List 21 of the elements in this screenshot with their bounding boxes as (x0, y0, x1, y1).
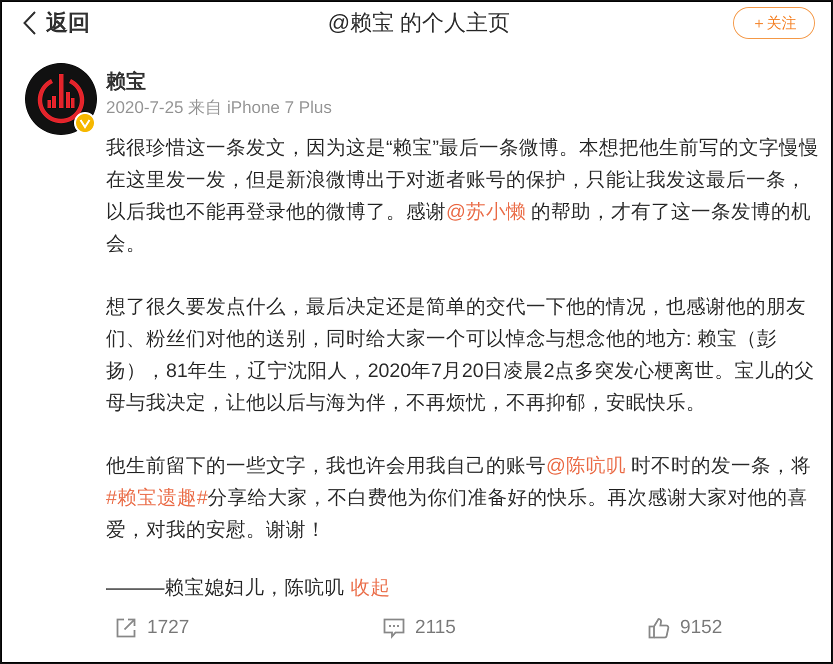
thumbs-up-icon (648, 617, 670, 639)
comment-button[interactable]: 2115 (383, 613, 456, 643)
chevron-left-icon (23, 11, 36, 35)
follow-button[interactable]: ＋关注 (733, 7, 815, 39)
mention-link[interactable]: @苏小懒 (446, 201, 526, 223)
post-paragraph: 我很珍惜这一条发文，因为这是“赖宝”最后一条微博。本想把他生前写的文字慢慢在这里发一发，但是新浪微博出于对逝者账号的保护，只能让我发这最后一条，以后我也不能再登录他的微博了。感谢@苏小懒 的帮助，才有了这一条发博的机会。 (106, 136, 820, 257)
mention-link[interactable]: @陈吭叽 (546, 455, 626, 477)
page-title: @赖宝 的个人主页 (326, 9, 512, 37)
share-icon (115, 617, 137, 639)
avatar-icon (25, 63, 97, 135)
author-name[interactable]: 赖宝 (106, 69, 146, 95)
like-button[interactable]: 9152 (648, 613, 722, 643)
share-button[interactable]: 1727 (115, 613, 190, 643)
post-paragraph: 想了很久要发点什么，最后决定还是简单的交代一下他的情况，也感谢他的朋友们、粉丝们对他的送别，同时给大家一个可以悼念与想念他的地方: 赖宝（彭扬），81年生，辽宁沈阳人，2020年7月20日凌晨2点多突发心梗离世。宝儿的父母与我决定，让他以后与海为伴，不再烦忧，不再抑郁，安眠快乐。 (106, 295, 816, 416)
comment-icon (383, 617, 405, 639)
collapse-link[interactable]: 收起 (350, 577, 390, 599)
back-button[interactable]: 返回 (23, 8, 105, 38)
post-meta: 2020-7-25 来自 iPhone 7 Plus (106, 97, 332, 119)
post-paragraph: 他生前留下的一些文字，我也许会用我自己的账号@陈吭叽 时不时的发一条，将 #赖宝遗趣#分享给大家，不白费他为你们准备好的快乐。再次感谢大家对他的喜爱，对我的安慰。谢谢！ (106, 454, 812, 543)
signature-text: ———赖宝媳妇儿，陈吭叽 收起 (106, 576, 390, 601)
hashtag-link[interactable]: #赖宝遗趣# (106, 487, 208, 509)
